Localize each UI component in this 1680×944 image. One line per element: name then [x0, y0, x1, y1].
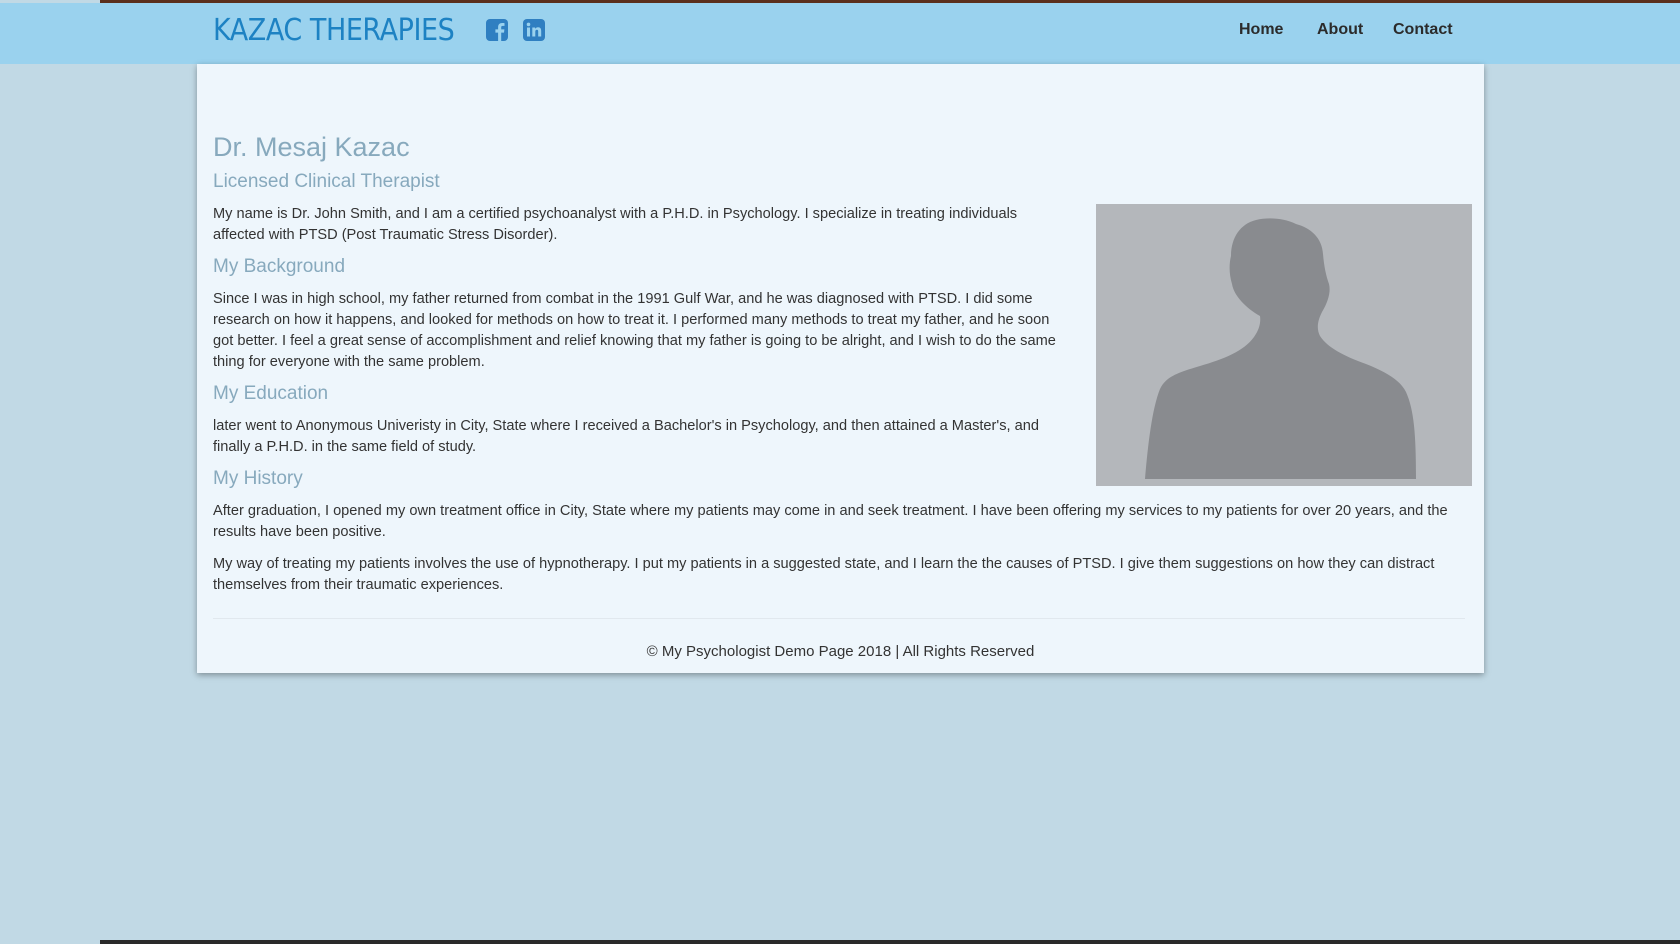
- background-heading: My Background: [213, 256, 346, 277]
- footer-copyright: © My Psychologist Demo Page 2018 | All R…: [646, 643, 1035, 660]
- history-paragraph-2: My way of treating my patients involves …: [213, 556, 1435, 593]
- profile-title: Licensed Clinical Therapist: [213, 171, 440, 192]
- facebook-icon[interactable]: [485, 18, 509, 42]
- history-heading: My History: [213, 468, 303, 489]
- person-silhouette-icon: [1145, 218, 1416, 479]
- background-paragraph: Since I was in high school, my father re…: [213, 291, 1056, 370]
- history-paragraph-1: After graduation, I opened my own treatm…: [213, 503, 1448, 540]
- brand-logo-text[interactable]: KAZAC THERAPIES: [213, 11, 455, 51]
- content-panel: Dr. Mesaj Kazac Licensed Clinical Therap…: [197, 64, 1484, 673]
- education-heading: My Education: [213, 383, 329, 404]
- nav-contact-link[interactable]: Contact: [1393, 19, 1453, 41]
- profile-portrait: [1096, 204, 1472, 486]
- facebook-icon-graphic: [486, 19, 508, 41]
- linkedin-icon[interactable]: [522, 18, 546, 42]
- navbar: KAZAC THERAPIES Home About Contact: [0, 3, 1680, 64]
- nav-home-link[interactable]: Home: [1239, 19, 1283, 41]
- linkedin-icon-graphic: [523, 19, 545, 41]
- profile-name: Dr. Mesaj Kazac: [213, 132, 410, 162]
- bottom-border: [100, 940, 1680, 944]
- footer-divider: [213, 618, 1465, 619]
- intro-paragraph: My name is Dr. John Smith, and I am a ce…: [213, 206, 1018, 243]
- education-paragraph: later went to Anonymous Univeristy in Ci…: [213, 418, 1039, 455]
- nav-about-link[interactable]: About: [1317, 19, 1363, 41]
